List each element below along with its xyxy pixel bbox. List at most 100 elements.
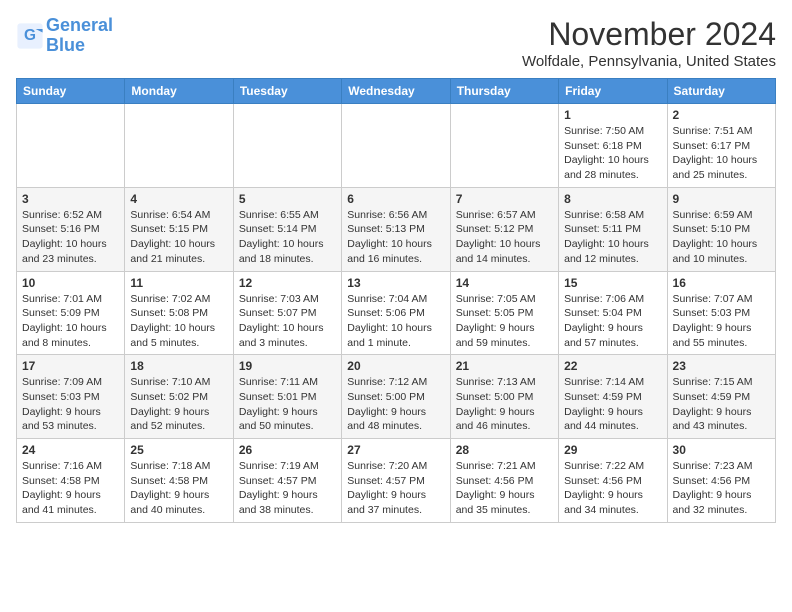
day-info: Sunrise: 7:11 AM Sunset: 5:01 PM Dayligh… (239, 375, 336, 434)
day-info: Sunrise: 7:02 AM Sunset: 5:08 PM Dayligh… (130, 292, 227, 351)
day-number: 28 (456, 443, 553, 457)
calendar-cell: 24Sunrise: 7:16 AM Sunset: 4:58 PM Dayli… (17, 439, 125, 523)
logo-blue: Blue (46, 35, 85, 55)
day-number: 8 (564, 192, 661, 206)
calendar-cell: 12 Sunrise: 7:03 AM Sunset: 5:07 PM Dayli… (233, 271, 341, 355)
day-number: 15 (564, 276, 661, 290)
weekday-header-row: SundayMondayTuesdayWednesdayThursdayFrid… (17, 79, 776, 104)
day-number: 10 (22, 276, 119, 290)
calendar-cell: 13 Sunrise: 7:04 AM Sunset: 5:06 PM Dayli… (342, 271, 450, 355)
day-number: 1 (564, 108, 661, 122)
day-number: 21 (456, 359, 553, 373)
month-title: November 2024 (522, 16, 776, 53)
day-info: Sunrise: 6:59 AM Sunset: 5:10 PM Dayligh… (673, 208, 770, 267)
weekday-header-wednesday: Wednesday (342, 79, 450, 104)
calendar-cell: 29Sunrise: 7:22 AM Sunset: 4:56 PM Dayli… (559, 439, 667, 523)
calendar-cell: 11 Sunrise: 7:02 AM Sunset: 5:08 PM Dayli… (125, 271, 233, 355)
logo-icon: G (16, 22, 44, 50)
day-number: 29 (564, 443, 661, 457)
calendar-cell: 18 Sunrise: 7:10 AM Sunset: 5:02 PM Dayli… (125, 355, 233, 439)
location: Wolfdale, Pennsylvania, United States (522, 53, 776, 70)
day-info: Sunrise: 7:21 AM Sunset: 4:56 PM Dayligh… (456, 459, 553, 518)
day-number: 18 (130, 359, 227, 373)
day-info: Sunrise: 7:20 AM Sunset: 4:57 PM Dayligh… (347, 459, 444, 518)
calendar-cell: 7 Sunrise: 6:57 AM Sunset: 5:12 PM Daylig… (450, 187, 558, 271)
logo: G General Blue (16, 16, 113, 56)
day-number: 9 (673, 192, 770, 206)
day-number: 26 (239, 443, 336, 457)
calendar-cell: 10 Sunrise: 7:01 AM Sunset: 5:09 PM Dayli… (17, 271, 125, 355)
day-info: Sunrise: 7:03 AM Sunset: 5:07 PM Dayligh… (239, 292, 336, 351)
day-number: 23 (673, 359, 770, 373)
day-info: Sunrise: 7:10 AM Sunset: 5:02 PM Dayligh… (130, 375, 227, 434)
calendar-cell: 21 Sunrise: 7:13 AM Sunset: 5:00 PM Dayli… (450, 355, 558, 439)
day-number: 7 (456, 192, 553, 206)
week-row-2: 3Sunrise: 6:52 AM Sunset: 5:16 PM Daylig… (17, 187, 776, 271)
calendar-cell: 23 Sunrise: 7:15 AM Sunset: 4:59 PM Dayli… (667, 355, 775, 439)
day-info: Sunrise: 7:05 AM Sunset: 5:05 PM Dayligh… (456, 292, 553, 351)
day-number: 19 (239, 359, 336, 373)
calendar-cell: 3Sunrise: 6:52 AM Sunset: 5:16 PM Daylig… (17, 187, 125, 271)
weekday-header-friday: Friday (559, 79, 667, 104)
svg-text:G: G (24, 27, 36, 44)
day-number: 25 (130, 443, 227, 457)
calendar-cell: 5 Sunrise: 6:55 AM Sunset: 5:14 PM Daylig… (233, 187, 341, 271)
day-info: Sunrise: 6:56 AM Sunset: 5:13 PM Dayligh… (347, 208, 444, 267)
day-number: 17 (22, 359, 119, 373)
day-info: Sunrise: 6:55 AM Sunset: 5:14 PM Dayligh… (239, 208, 336, 267)
weekday-header-monday: Monday (125, 79, 233, 104)
weekday-header-thursday: Thursday (450, 79, 558, 104)
calendar-cell: 6 Sunrise: 6:56 AM Sunset: 5:13 PM Daylig… (342, 187, 450, 271)
calendar-cell (125, 104, 233, 188)
day-number: 16 (673, 276, 770, 290)
day-number: 11 (130, 276, 227, 290)
calendar-cell: 22 Sunrise: 7:14 AM Sunset: 4:59 PM Dayli… (559, 355, 667, 439)
calendar-cell: 16Sunrise: 7:07 AM Sunset: 5:03 PM Dayli… (667, 271, 775, 355)
calendar-cell (342, 104, 450, 188)
day-info: Sunrise: 7:13 AM Sunset: 5:00 PM Dayligh… (456, 375, 553, 434)
logo-general: General (46, 15, 113, 35)
day-number: 22 (564, 359, 661, 373)
day-number: 2 (673, 108, 770, 122)
calendar-cell: 27Sunrise: 7:20 AM Sunset: 4:57 PM Dayli… (342, 439, 450, 523)
day-info: Sunrise: 7:09 AM Sunset: 5:03 PM Dayligh… (22, 375, 119, 434)
week-row-4: 17 Sunrise: 7:09 AM Sunset: 5:03 PM Dayli… (17, 355, 776, 439)
day-info: Sunrise: 7:14 AM Sunset: 4:59 PM Dayligh… (564, 375, 661, 434)
day-info: Sunrise: 6:58 AM Sunset: 5:11 PM Dayligh… (564, 208, 661, 267)
calendar-cell (17, 104, 125, 188)
calendar-cell: 8 Sunrise: 6:58 AM Sunset: 5:11 PM Daylig… (559, 187, 667, 271)
day-info: Sunrise: 7:01 AM Sunset: 5:09 PM Dayligh… (22, 292, 119, 351)
day-number: 6 (347, 192, 444, 206)
day-info: Sunrise: 7:15 AM Sunset: 4:59 PM Dayligh… (673, 375, 770, 434)
day-info: Sunrise: 7:51 AM Sunset: 6:17 PM Dayligh… (673, 124, 770, 183)
calendar-cell: 15Sunrise: 7:06 AM Sunset: 5:04 PM Dayli… (559, 271, 667, 355)
calendar-cell: 26Sunrise: 7:19 AM Sunset: 4:57 PM Dayli… (233, 439, 341, 523)
week-row-1: 1 Sunrise: 7:50 AM Sunset: 6:18 PM Daylig… (17, 104, 776, 188)
calendar-cell: 25Sunrise: 7:18 AM Sunset: 4:58 PM Dayli… (125, 439, 233, 523)
weekday-header-saturday: Saturday (667, 79, 775, 104)
day-number: 12 (239, 276, 336, 290)
calendar-cell: 9 Sunrise: 6:59 AM Sunset: 5:10 PM Daylig… (667, 187, 775, 271)
calendar-cell: 14 Sunrise: 7:05 AM Sunset: 5:05 PM Dayli… (450, 271, 558, 355)
calendar-cell: 19 Sunrise: 7:11 AM Sunset: 5:01 PM Dayli… (233, 355, 341, 439)
week-row-3: 10 Sunrise: 7:01 AM Sunset: 5:09 PM Dayli… (17, 271, 776, 355)
day-info: Sunrise: 7:23 AM Sunset: 4:56 PM Dayligh… (673, 459, 770, 518)
calendar-cell: 2 Sunrise: 7:51 AM Sunset: 6:17 PM Daylig… (667, 104, 775, 188)
day-info: Sunrise: 6:57 AM Sunset: 5:12 PM Dayligh… (456, 208, 553, 267)
calendar-cell: 17 Sunrise: 7:09 AM Sunset: 5:03 PM Dayli… (17, 355, 125, 439)
calendar-cell: 4Sunrise: 6:54 AM Sunset: 5:15 PM Daylig… (125, 187, 233, 271)
day-number: 5 (239, 192, 336, 206)
day-info: Sunrise: 7:04 AM Sunset: 5:06 PM Dayligh… (347, 292, 444, 351)
calendar-cell: 20Sunrise: 7:12 AM Sunset: 5:00 PM Dayli… (342, 355, 450, 439)
calendar-cell: 28 Sunrise: 7:21 AM Sunset: 4:56 PM Dayli… (450, 439, 558, 523)
calendar-cell (233, 104, 341, 188)
day-info: Sunrise: 6:54 AM Sunset: 5:15 PM Dayligh… (130, 208, 227, 267)
weekday-header-sunday: Sunday (17, 79, 125, 104)
day-number: 14 (456, 276, 553, 290)
day-info: Sunrise: 7:12 AM Sunset: 5:00 PM Dayligh… (347, 375, 444, 434)
day-info: Sunrise: 7:50 AM Sunset: 6:18 PM Dayligh… (564, 124, 661, 183)
day-number: 13 (347, 276, 444, 290)
calendar-cell (450, 104, 558, 188)
day-number: 30 (673, 443, 770, 457)
calendar-table: SundayMondayTuesdayWednesdayThursdayFrid… (16, 78, 776, 523)
